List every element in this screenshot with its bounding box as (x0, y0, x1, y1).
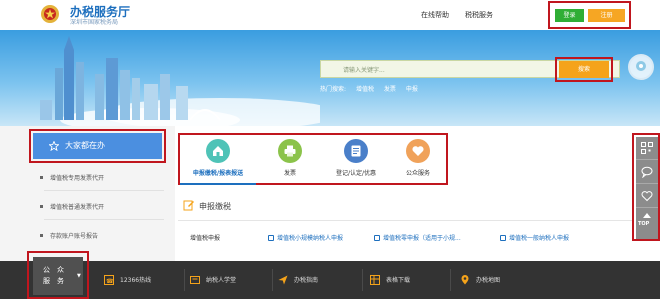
qr-code-button[interactable] (636, 137, 658, 160)
link-small-scale-declare[interactable]: 增值税小规模纳税人申报 (268, 233, 343, 242)
svg-text:☎: ☎ (106, 278, 114, 285)
row-label-vat-declare: 增值税申报 (190, 235, 221, 242)
star-icon (49, 141, 59, 151)
heart-outline-icon (641, 191, 653, 202)
chat-button[interactable] (636, 161, 658, 184)
sidebar-heading[interactable]: 大家都在办 (33, 133, 162, 159)
public-service-button[interactable]: 公 众 服 务 ▼ (33, 257, 83, 295)
home-doc-icon (206, 139, 230, 163)
lock-icon (374, 235, 380, 241)
top-header: 办税服务厅 深圳市国家税务局 在线帮助 税税服务 登录 注册 (0, 0, 660, 30)
search-button[interactable]: 搜索 (559, 61, 609, 78)
classroom-icon (190, 276, 200, 284)
bottom-link-classroom[interactable]: 纳税人学堂 (190, 275, 236, 285)
hot-search-label: 热门搜索: (320, 86, 347, 93)
bottom-separator (450, 269, 451, 291)
sidebar-divider (44, 219, 164, 220)
map-marker-icon (636, 61, 646, 71)
sidebar-item-account-report[interactable]: 存款账户账号报告 (39, 231, 98, 240)
bottom-link-label: 办税地图 (476, 277, 501, 284)
nav-online-help[interactable]: 在线帮助 (421, 10, 449, 20)
bottom-separator (362, 269, 363, 291)
public-service-highlight: 公 众 服 务 ▼ (27, 251, 89, 299)
bottom-link-label: 办税指南 (294, 277, 319, 284)
link-label: 增值税零申报（适用于小规... (383, 235, 461, 242)
favorite-button[interactable] (636, 185, 658, 208)
map-pin-icon (461, 275, 469, 285)
site-subtitle: 深圳市国家税务局 (70, 19, 119, 26)
back-to-top-button[interactable]: TOP (636, 209, 658, 232)
lock-icon (500, 235, 506, 241)
tile-label: 发票 (283, 170, 296, 177)
heart-icon (406, 139, 430, 163)
edit-icon (183, 200, 194, 211)
bottom-link-hotline[interactable]: ☎ 12366热线 (104, 275, 151, 285)
printer-icon (278, 139, 302, 163)
lock-icon (268, 235, 274, 241)
guide-icon (278, 275, 288, 285)
chat-bubble-icon (641, 166, 653, 178)
panel-title: 申报缴税 (199, 202, 231, 211)
link-general-declare[interactable]: 增值税一般纳税人申报 (500, 233, 569, 242)
link-zero-declare[interactable]: 增值税零申报（适用于小规... (374, 233, 461, 242)
active-tile-underline (180, 183, 256, 185)
login-button[interactable]: 登录 (555, 9, 584, 22)
bottom-link-download[interactable]: 表格下载 (370, 275, 410, 285)
bottom-link-label: 12366热线 (120, 277, 152, 284)
bottom-link-label: 表格下载 (386, 277, 411, 284)
hot-term-invoice[interactable]: 发票 (384, 86, 396, 93)
tile-public-service[interactable]: 公众服务 (388, 139, 448, 177)
download-icon (370, 275, 380, 285)
bottom-link-map[interactable]: 办税地图 (460, 275, 500, 285)
sidebar-item-special-invoice[interactable]: 增值税专用发票代开 (39, 173, 104, 182)
tile-declare-tax[interactable]: 申报缴税/报表报送 (188, 139, 248, 177)
search-placeholder: 请输入关键字... (343, 67, 385, 74)
auth-buttons-group: 登录 注册 (548, 1, 631, 29)
left-sidebar: 大家都在办 增值税专用发票代开 增值税普通发票代开 存款账户账号报告 (0, 126, 175, 261)
location-widget[interactable] (628, 54, 654, 80)
registration-icon (344, 139, 368, 163)
link-label: 增值税一般纳税人申报 (509, 235, 570, 242)
bottom-service-bar (0, 261, 660, 299)
tile-invoice[interactable]: 发票 (260, 139, 320, 177)
nav-tax-service[interactable]: 税税服务 (465, 10, 493, 20)
tile-label: 登记/认定/优惠 (335, 170, 377, 177)
top-label: TOP (638, 221, 650, 227)
tile-registration[interactable]: 登记/认定/优惠 (326, 139, 386, 177)
hotline-icon: ☎ (104, 275, 114, 285)
bottom-separator (272, 269, 273, 291)
link-label: 增值税小规模纳税人申报 (277, 235, 344, 242)
tile-label: 申报缴税/报表报送 (192, 170, 244, 177)
hot-search-row: 热门搜索: 增值税 发票 申报 (320, 84, 426, 93)
chevron-down-icon: ▼ (77, 273, 81, 279)
floating-toolbar-highlight: TOP (632, 133, 660, 241)
floating-toolbar: TOP (636, 137, 658, 239)
tile-label: 公众服务 (405, 170, 430, 177)
national-emblem-icon (41, 5, 59, 23)
bottom-separator (184, 269, 185, 291)
sidebar-item-general-invoice[interactable]: 增值税普通发票代开 (39, 202, 104, 211)
tax-service-hall-page: 办税服务厅 深圳市国家税务局 在线帮助 税税服务 登录 注册 请输入关键字...… (0, 0, 660, 299)
arrow-up-icon (643, 213, 651, 218)
service-tiles-group: 申报缴税/报表报送 发票 登记/认定/优惠 公众服务 (178, 133, 448, 185)
bottom-link-label: 纳税人学堂 (206, 277, 237, 284)
hot-term-declare[interactable]: 申报 (406, 86, 418, 93)
sidebar-heading-label: 大家都在办 (65, 141, 105, 150)
search-button-highlight: 搜索 (555, 57, 613, 82)
panel-divider (178, 220, 633, 221)
sidebar-divider (44, 190, 164, 191)
hot-term-vat[interactable]: 增值税 (356, 86, 374, 93)
qr-code-icon (641, 142, 653, 154)
city-skyline-illustration (40, 36, 320, 126)
register-button[interactable]: 注册 (588, 9, 625, 22)
bottom-link-guide[interactable]: 办税指南 (278, 275, 318, 285)
hero-banner: 请输入关键字... 搜索 热门搜索: 增值税 发票 申报 (0, 30, 660, 126)
sidebar-heading-highlight: 大家都在办 (29, 129, 166, 163)
